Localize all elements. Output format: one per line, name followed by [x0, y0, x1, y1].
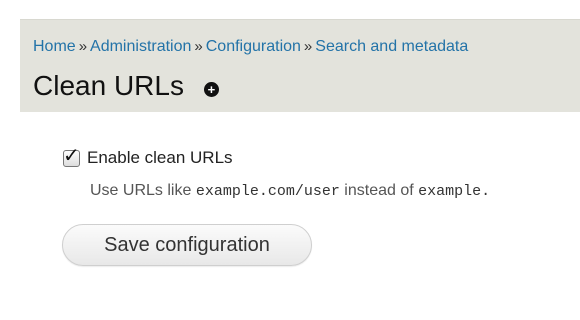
checkbox-description: Use URLs like example.com/user instead o…	[90, 181, 490, 202]
title-row: Clean URLs +	[33, 68, 219, 104]
enable-clean-urls-checkbox[interactable]: ✓	[63, 146, 80, 167]
breadcrumb-administration-link[interactable]: Administration	[90, 38, 191, 55]
breadcrumb: Home» Administration» Configuration» Search…	[33, 38, 468, 56]
description-middle: instead of	[339, 182, 419, 199]
breadcrumb-home-link[interactable]: Home	[33, 38, 76, 55]
add-shortcut-icon[interactable]: +	[203, 81, 219, 97]
breadcrumb-configuration-link[interactable]: Configuration	[206, 38, 301, 55]
page-header: Home» Administration» Configuration» Search…	[20, 19, 580, 112]
clean-urls-checkbox-row[interactable]: ✓ Enable clean URLs	[63, 146, 233, 168]
breadcrumb-separator: »	[78, 38, 88, 55]
clean-url-example: example.com/user	[195, 183, 340, 200]
description-prefix: Use URLs like	[90, 182, 196, 199]
breadcrumb-separator: »	[194, 38, 203, 55]
breadcrumb-separator: »	[303, 38, 313, 55]
breadcrumb-search-metadata-link[interactable]: Search and metadata	[315, 38, 468, 55]
save-configuration-button[interactable]: Save configuration	[62, 224, 312, 266]
unclean-url-example: example.	[418, 183, 491, 200]
page: Home» Administration» Configuration» Search…	[0, 0, 580, 320]
page-title: Clean URLs	[33, 70, 184, 101]
enable-clean-urls-label[interactable]: Enable clean URLs	[87, 148, 233, 168]
checkmark-icon: ✓	[63, 144, 80, 167]
